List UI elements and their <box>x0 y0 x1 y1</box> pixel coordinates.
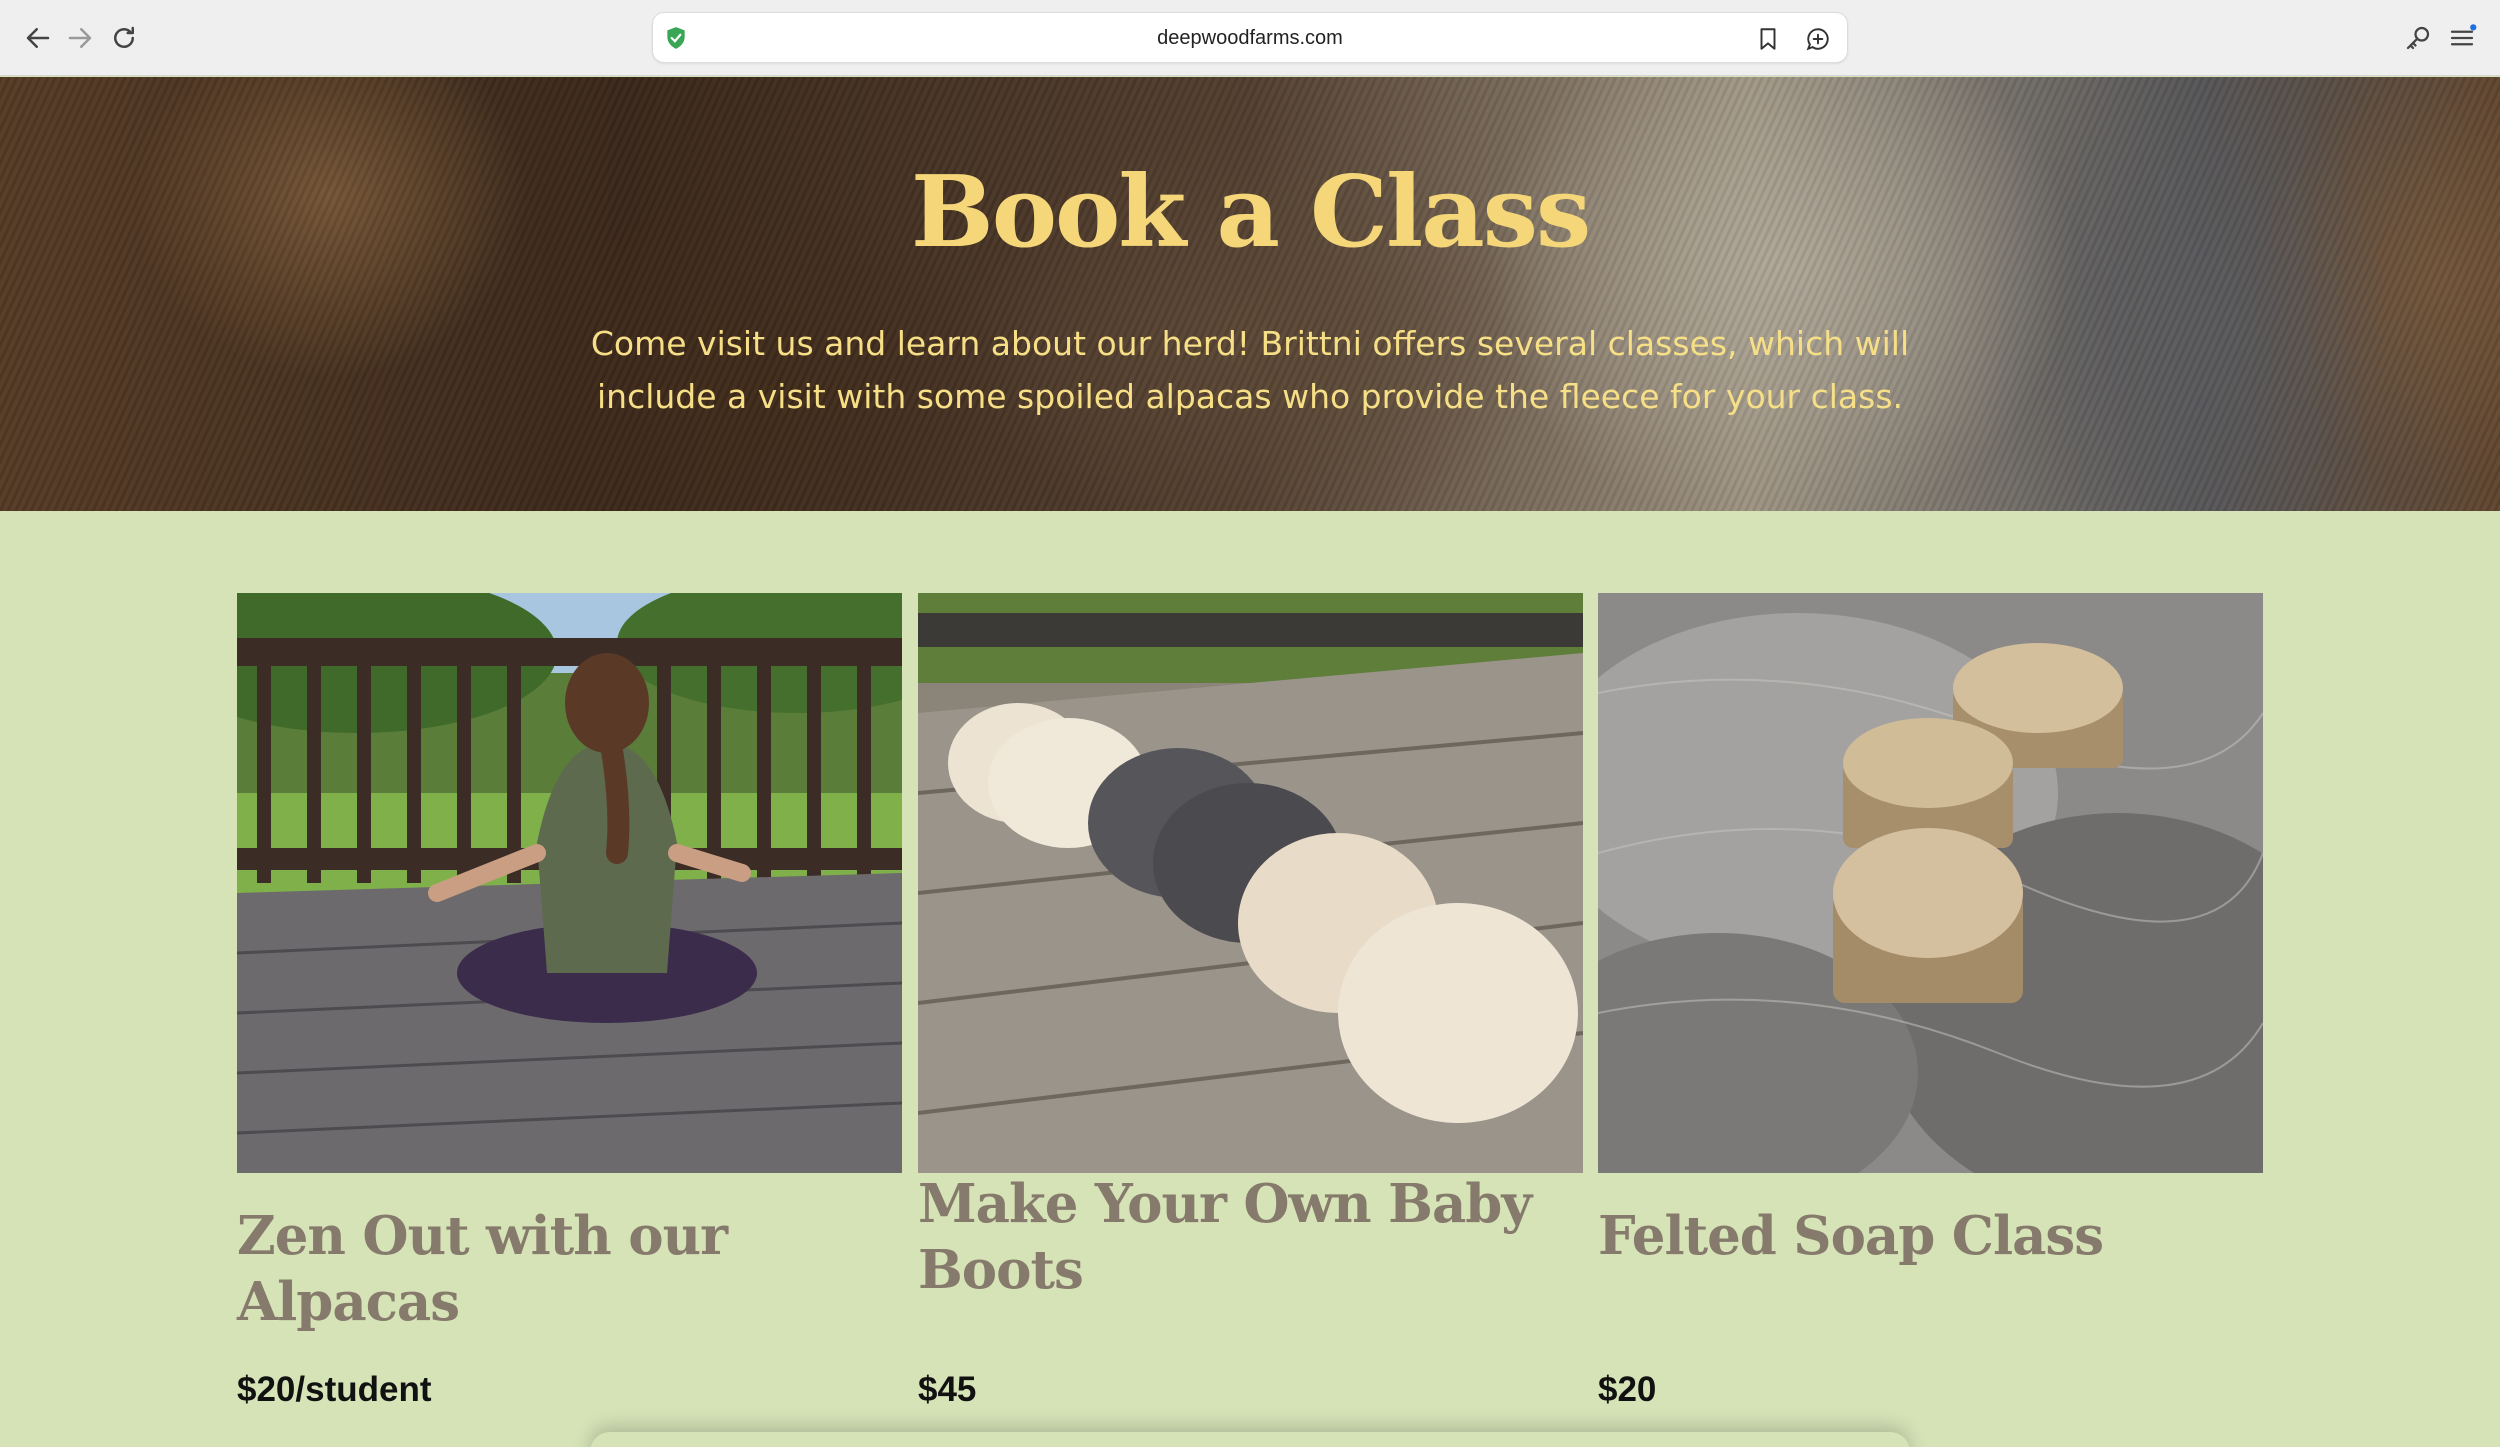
key-icon[interactable] <box>2400 20 2436 56</box>
class-title[interactable]: Zen Out with our Alpacas <box>237 1203 902 1335</box>
hero-banner: Book a Class Come visit us and learn abo… <box>0 77 2500 511</box>
class-price: $45 <box>918 1370 977 1409</box>
menu-icon[interactable] <box>2444 20 2480 56</box>
bookmark-icon[interactable] <box>1753 24 1783 54</box>
class-title[interactable]: Make Your Own Baby Boots <box>918 1171 1583 1303</box>
forward-arrow-icon[interactable] <box>62 20 98 56</box>
class-image-boots[interactable] <box>918 593 1583 1173</box>
browser-toolbar: deepwoodfarms.com <box>0 0 2500 76</box>
class-price: $20 <box>1598 1370 1657 1409</box>
reload-icon[interactable] <box>106 20 142 56</box>
chat-add-icon[interactable] <box>1803 24 1833 54</box>
class-price: $20/student <box>237 1370 432 1409</box>
page-title: Book a Class <box>910 155 1591 270</box>
back-arrow-icon[interactable] <box>20 20 56 56</box>
class-image-soap[interactable] <box>1598 593 2263 1173</box>
class-image-yoga[interactable] <box>237 593 902 1173</box>
url-text[interactable]: deepwoodfarms.com <box>653 13 1847 64</box>
class-title[interactable]: Felted Soap Class <box>1598 1203 2263 1269</box>
address-bar[interactable]: deepwoodfarms.com <box>652 12 1848 63</box>
bottom-panel-edge <box>590 1432 1910 1447</box>
hero-description: Come visit us and learn about our herd! … <box>590 324 1910 416</box>
